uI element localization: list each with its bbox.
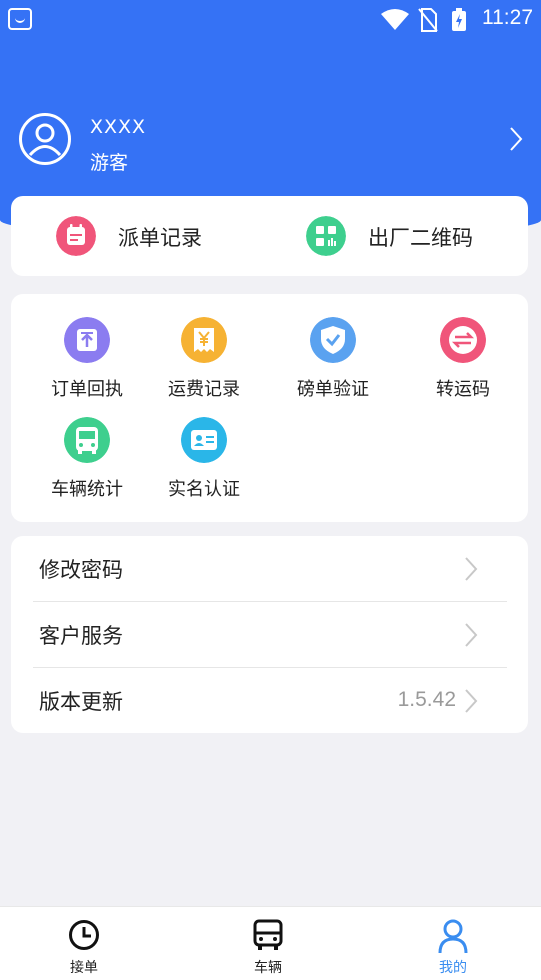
bus-icon bbox=[253, 919, 283, 950]
quick-action-label: 出厂二维码 bbox=[368, 226, 473, 250]
tab-vehicles[interactable]: 车辆 bbox=[218, 907, 318, 980]
wifi-icon bbox=[381, 9, 409, 30]
avatar-icon bbox=[19, 113, 71, 165]
swap-arrows-icon bbox=[440, 317, 486, 363]
feature-label: 运费记录 bbox=[168, 379, 240, 400]
tab-label: 我的 bbox=[439, 960, 467, 976]
chevron-right-icon bbox=[465, 689, 478, 713]
real-name-auth-tile[interactable]: 实名认证 bbox=[144, 417, 264, 507]
chevron-right-icon[interactable] bbox=[509, 126, 523, 152]
battery-charging-icon bbox=[452, 8, 466, 31]
version-number: 1.5.42 bbox=[397, 688, 456, 711]
transfer-code-tile[interactable]: 转运码 bbox=[403, 317, 523, 407]
id-card-icon bbox=[181, 417, 227, 463]
tab-orders[interactable]: 接单 bbox=[34, 907, 134, 980]
user-role: 游客 bbox=[90, 152, 129, 174]
customer-service-row[interactable]: 客户服务 bbox=[11, 602, 528, 668]
status-bar: 11:27 bbox=[0, 0, 541, 40]
freight-records-tile[interactable]: 运费记录 bbox=[144, 317, 264, 407]
feature-label: 订单回执 bbox=[51, 379, 123, 400]
clock-icon bbox=[69, 920, 99, 950]
app-notification-icon bbox=[8, 8, 32, 30]
settings-row-label: 版本更新 bbox=[39, 690, 123, 714]
user-name: XXXX bbox=[90, 116, 147, 138]
weighbill-verify-tile[interactable]: 磅单验证 bbox=[273, 317, 393, 407]
feature-label: 车辆统计 bbox=[51, 479, 123, 500]
person-icon bbox=[438, 919, 468, 954]
tab-label: 接单 bbox=[70, 960, 98, 976]
feature-label: 实名认证 bbox=[168, 479, 240, 500]
tab-label: 车辆 bbox=[254, 960, 282, 976]
features-card: 订单回执 运费记录 磅单验证 转运码 车辆统计 实名认证 bbox=[11, 294, 528, 522]
quick-action-label: 派单记录 bbox=[118, 226, 202, 250]
feature-label: 转运码 bbox=[436, 379, 490, 400]
order-receipt-tile[interactable]: 订单回执 bbox=[27, 317, 147, 407]
feature-label: 磅单验证 bbox=[297, 379, 369, 400]
calendar-icon bbox=[56, 216, 96, 256]
profile-row[interactable]: XXXX 游客 bbox=[18, 112, 523, 174]
tab-mine[interactable]: 我的 bbox=[403, 907, 503, 980]
chevron-right-icon bbox=[465, 623, 478, 647]
settings-card: 修改密码 客户服务 版本更新 1.5.42 bbox=[11, 536, 528, 733]
yen-receipt-icon bbox=[181, 317, 227, 363]
change-password-row[interactable]: 修改密码 bbox=[11, 536, 528, 602]
quick-actions-card: 派单记录 出厂二维码 bbox=[11, 196, 528, 276]
shield-check-icon bbox=[310, 317, 356, 363]
bottom-tab-bar: 接单 车辆 我的 bbox=[0, 906, 541, 980]
qr-grid-icon bbox=[306, 216, 346, 256]
settings-row-label: 修改密码 bbox=[39, 558, 123, 582]
status-time: 11:27 bbox=[482, 6, 533, 29]
version-update-row[interactable]: 版本更新 1.5.42 bbox=[11, 668, 528, 734]
settings-row-label: 客户服务 bbox=[39, 624, 123, 648]
bus-icon bbox=[64, 417, 110, 463]
upload-receipt-icon bbox=[64, 317, 110, 363]
vehicle-stats-tile[interactable]: 车辆统计 bbox=[27, 417, 147, 507]
chevron-right-icon bbox=[465, 557, 478, 581]
no-sim-icon bbox=[418, 8, 438, 32]
